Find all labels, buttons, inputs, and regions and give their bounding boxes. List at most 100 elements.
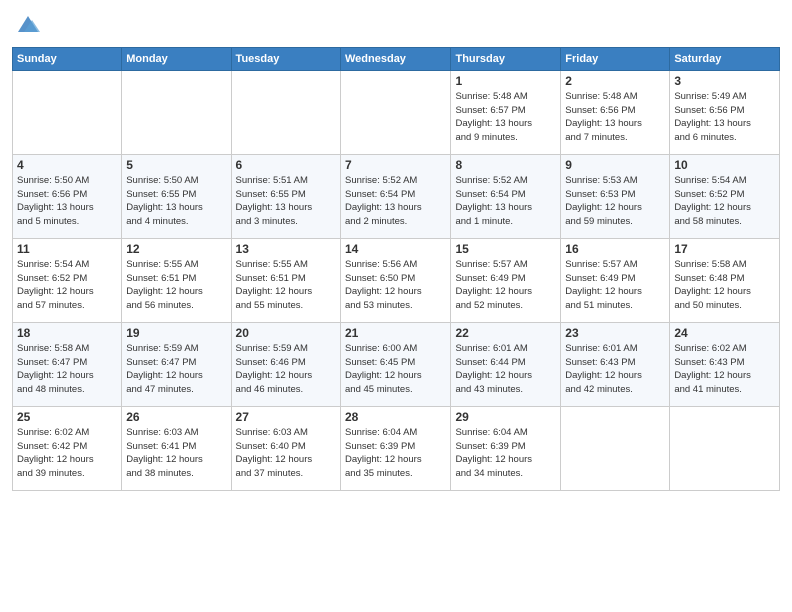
day-info: Sunrise: 6:01 AM Sunset: 6:44 PM Dayligh… [455,342,556,397]
calendar-cell [13,70,122,154]
day-info: Sunrise: 6:03 AM Sunset: 6:40 PM Dayligh… [236,426,336,481]
week-row-4: 18Sunrise: 5:58 AM Sunset: 6:47 PM Dayli… [13,322,780,406]
day-info: Sunrise: 5:58 AM Sunset: 6:48 PM Dayligh… [674,258,775,313]
day-number: 22 [455,326,556,340]
day-number: 5 [126,158,226,172]
logo-icon [14,14,42,36]
day-number: 26 [126,410,226,424]
weekday-header-monday: Monday [122,47,231,70]
day-number: 2 [565,74,665,88]
day-info: Sunrise: 5:52 AM Sunset: 6:54 PM Dayligh… [455,174,556,229]
day-number: 7 [345,158,446,172]
calendar-cell: 4 Sunrise: 5:50 AM Sunset: 6:56 PM Daylig… [13,154,122,238]
calendar-cell: 17 Sunrise: 5:58 AM Sunset: 6:48 PM Dayli… [670,238,780,322]
calendar-cell: 22 Sunrise: 6:01 AM Sunset: 6:44 PM Dayli… [451,322,561,406]
day-info: Sunrise: 5:59 AM Sunset: 6:46 PM Dayligh… [236,342,336,397]
calendar-cell: 29 Sunrise: 6:04 AM Sunset: 6:39 PM Dayli… [451,406,561,490]
calendar-cell: 14 Sunrise: 5:56 AM Sunset: 6:50 PM Dayli… [341,238,451,322]
day-info: Sunrise: 5:50 AM Sunset: 6:55 PM Dayligh… [126,174,226,229]
calendar-cell: 24 Sunrise: 6:02 AM Sunset: 6:43 PM Dayli… [670,322,780,406]
day-number: 14 [345,242,446,256]
day-number: 6 [236,158,336,172]
calendar-cell: 8Sunrise: 5:52 AM Sunset: 6:54 PM Daylig… [451,154,561,238]
day-number: 1 [455,74,556,88]
day-number: 4 [17,158,117,172]
day-info: Sunrise: 6:02 AM Sunset: 6:42 PM Dayligh… [17,426,117,481]
weekday-header-tuesday: Tuesday [231,47,340,70]
week-row-3: 11 Sunrise: 5:54 AM Sunset: 6:52 PM Dayli… [13,238,780,322]
day-number: 9 [565,158,665,172]
day-number: 15 [455,242,556,256]
calendar-table: SundayMondayTuesdayWednesdayThursdayFrid… [12,47,780,491]
calendar-cell: 19 Sunrise: 5:59 AM Sunset: 6:47 PM Dayli… [122,322,231,406]
day-number: 23 [565,326,665,340]
day-info: Sunrise: 6:00 AM Sunset: 6:45 PM Dayligh… [345,342,446,397]
day-info: Sunrise: 5:59 AM Sunset: 6:47 PM Dayligh… [126,342,226,397]
week-row-2: 4 Sunrise: 5:50 AM Sunset: 6:56 PM Daylig… [13,154,780,238]
day-number: 21 [345,326,446,340]
weekday-header-saturday: Saturday [670,47,780,70]
calendar-cell: 26 Sunrise: 6:03 AM Sunset: 6:41 PM Dayli… [122,406,231,490]
calendar-cell [122,70,231,154]
day-number: 17 [674,242,775,256]
calendar-cell [670,406,780,490]
day-number: 11 [17,242,117,256]
calendar-cell: 15 Sunrise: 5:57 AM Sunset: 6:49 PM Dayli… [451,238,561,322]
day-info: Sunrise: 6:04 AM Sunset: 6:39 PM Dayligh… [455,426,556,481]
calendar-cell: 12 Sunrise: 5:55 AM Sunset: 6:51 PM Dayli… [122,238,231,322]
weekday-header-thursday: Thursday [451,47,561,70]
day-number: 13 [236,242,336,256]
calendar-cell: 6 Sunrise: 5:51 AM Sunset: 6:55 PM Daylig… [231,154,340,238]
day-info: Sunrise: 6:01 AM Sunset: 6:43 PM Dayligh… [565,342,665,397]
day-number: 27 [236,410,336,424]
day-number: 16 [565,242,665,256]
day-info: Sunrise: 5:56 AM Sunset: 6:50 PM Dayligh… [345,258,446,313]
calendar-cell: 5 Sunrise: 5:50 AM Sunset: 6:55 PM Daylig… [122,154,231,238]
day-info: Sunrise: 5:54 AM Sunset: 6:52 PM Dayligh… [17,258,117,313]
calendar-cell: 25 Sunrise: 6:02 AM Sunset: 6:42 PM Dayli… [13,406,122,490]
day-info: Sunrise: 5:55 AM Sunset: 6:51 PM Dayligh… [236,258,336,313]
weekday-header-wednesday: Wednesday [341,47,451,70]
week-row-1: 1 Sunrise: 5:48 AM Sunset: 6:57 PM Daylig… [13,70,780,154]
day-number: 3 [674,74,775,88]
day-info: Sunrise: 5:55 AM Sunset: 6:51 PM Dayligh… [126,258,226,313]
day-info: Sunrise: 5:51 AM Sunset: 6:55 PM Dayligh… [236,174,336,229]
day-number: 25 [17,410,117,424]
day-info: Sunrise: 6:03 AM Sunset: 6:41 PM Dayligh… [126,426,226,481]
day-info: Sunrise: 6:02 AM Sunset: 6:43 PM Dayligh… [674,342,775,397]
weekday-header-sunday: Sunday [13,47,122,70]
calendar-cell: 23 Sunrise: 6:01 AM Sunset: 6:43 PM Dayli… [561,322,670,406]
calendar-cell: 28 Sunrise: 6:04 AM Sunset: 6:39 PM Dayli… [341,406,451,490]
week-row-5: 25 Sunrise: 6:02 AM Sunset: 6:42 PM Dayli… [13,406,780,490]
calendar-cell: 1 Sunrise: 5:48 AM Sunset: 6:57 PM Daylig… [451,70,561,154]
day-info: Sunrise: 5:48 AM Sunset: 6:56 PM Dayligh… [565,90,665,145]
logo [12,14,42,41]
page-container: SundayMondayTuesdayWednesdayThursdayFrid… [0,0,792,499]
day-number: 29 [455,410,556,424]
day-number: 12 [126,242,226,256]
day-info: Sunrise: 5:57 AM Sunset: 6:49 PM Dayligh… [455,258,556,313]
day-number: 28 [345,410,446,424]
day-info: Sunrise: 6:04 AM Sunset: 6:39 PM Dayligh… [345,426,446,481]
calendar-cell: 27 Sunrise: 6:03 AM Sunset: 6:40 PM Dayli… [231,406,340,490]
day-number: 18 [17,326,117,340]
calendar-cell: 18Sunrise: 5:58 AM Sunset: 6:47 PM Dayli… [13,322,122,406]
day-info: Sunrise: 5:50 AM Sunset: 6:56 PM Dayligh… [17,174,117,229]
calendar-cell: 3Sunrise: 5:49 AM Sunset: 6:56 PM Daylig… [670,70,780,154]
day-number: 19 [126,326,226,340]
day-info: Sunrise: 5:53 AM Sunset: 6:53 PM Dayligh… [565,174,665,229]
weekday-header-friday: Friday [561,47,670,70]
day-info: Sunrise: 5:54 AM Sunset: 6:52 PM Dayligh… [674,174,775,229]
logo-text [12,14,42,41]
calendar-cell: 20 Sunrise: 5:59 AM Sunset: 6:46 PM Dayli… [231,322,340,406]
calendar-cell: 9 Sunrise: 5:53 AM Sunset: 6:53 PM Daylig… [561,154,670,238]
day-info: Sunrise: 5:52 AM Sunset: 6:54 PM Dayligh… [345,174,446,229]
calendar-cell: 2 Sunrise: 5:48 AM Sunset: 6:56 PM Daylig… [561,70,670,154]
weekday-header-row: SundayMondayTuesdayWednesdayThursdayFrid… [13,47,780,70]
calendar-cell: 16Sunrise: 5:57 AM Sunset: 6:49 PM Dayli… [561,238,670,322]
day-info: Sunrise: 5:48 AM Sunset: 6:57 PM Dayligh… [455,90,556,145]
day-number: 20 [236,326,336,340]
calendar-cell: 10Sunrise: 5:54 AM Sunset: 6:52 PM Dayli… [670,154,780,238]
calendar-cell: 7 Sunrise: 5:52 AM Sunset: 6:54 PM Daylig… [341,154,451,238]
day-number: 24 [674,326,775,340]
